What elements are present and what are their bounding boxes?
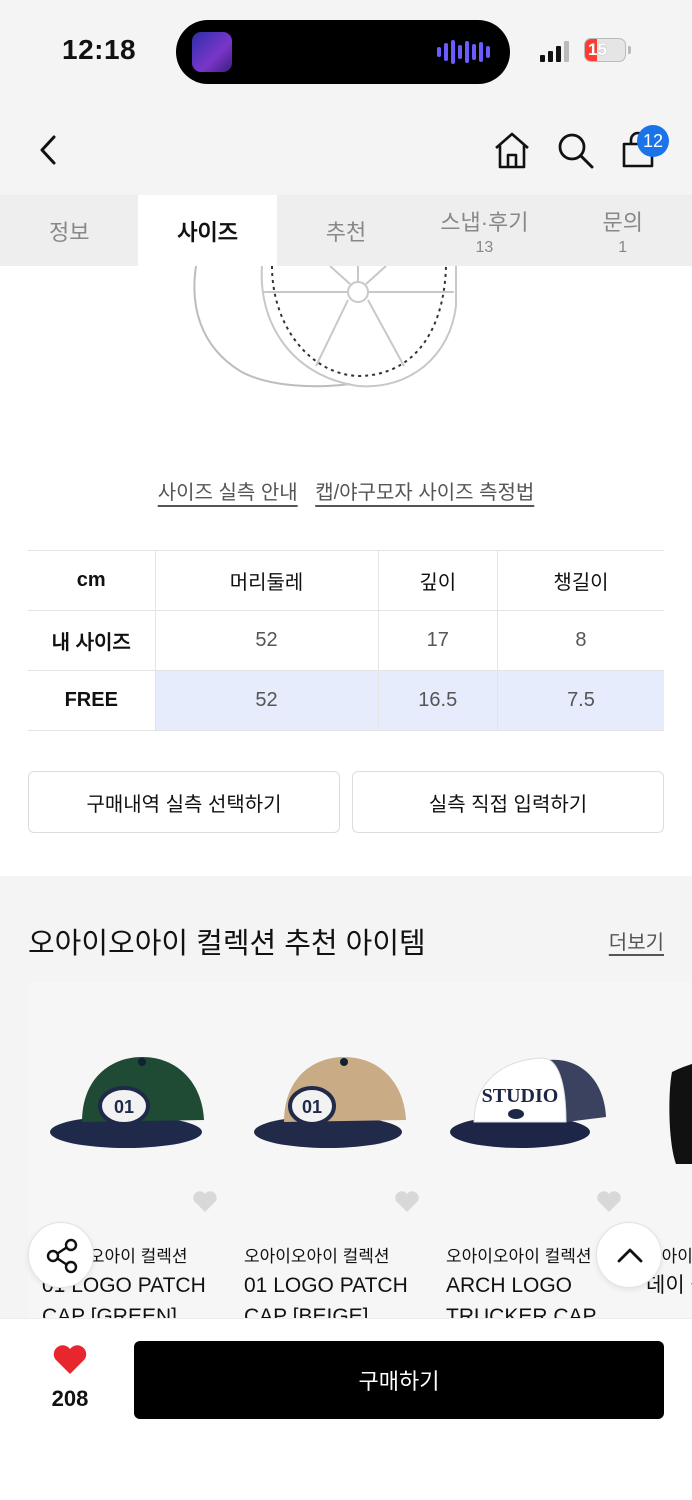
size-actions: 구매내역 실측 선택하기 실측 직접 입력하기 [28, 771, 664, 833]
share-icon [46, 1238, 78, 1274]
product-image: 01 [50, 1057, 204, 1148]
tab-inquiry[interactable]: 문의 1 [554, 195, 692, 266]
buy-button[interactable]: 구매하기 [134, 1341, 664, 1419]
product-tabs: 정보 사이즈 추천 스냅·후기 13 문의 1 [0, 195, 692, 266]
share-button[interactable] [28, 1222, 94, 1288]
cell-value: 16.5 [377, 670, 498, 731]
tab-size[interactable]: 사이즈 [138, 195, 277, 266]
svg-text:01: 01 [302, 1097, 322, 1117]
svg-text:01: 01 [114, 1097, 134, 1117]
tab-label: 스냅·후기 [440, 209, 529, 235]
home-icon [495, 132, 529, 169]
dynamic-island [176, 20, 510, 84]
column-header: 머리둘레 [154, 550, 379, 611]
battery-level: 15 [588, 40, 607, 59]
wishlist-heart-icon[interactable] [192, 1190, 218, 1214]
tab-label: 문의 [602, 209, 643, 235]
product-image [669, 1064, 692, 1164]
audio-wave-icon [437, 40, 490, 64]
table-row-my-size: 내 사이즈 52 17 8 [28, 610, 664, 671]
cellular-signal-icon [540, 40, 569, 62]
product-brand: 오아이오아이 컬렉션 [446, 1247, 592, 1266]
heart-icon [53, 1345, 87, 1374]
back-button[interactable] [26, 128, 70, 172]
tab-recommend[interactable]: 추천 [277, 195, 415, 266]
size-table: cm 머리둘레 깊이 챙길이 내 사이즈 52 17 8 FREE 52 16.… [28, 550, 664, 731]
enter-size-directly-button[interactable]: 실측 직접 입력하기 [352, 771, 664, 833]
cell-value: 17 [377, 610, 498, 671]
row-label: FREE [28, 670, 155, 731]
top-navigation [0, 100, 692, 195]
column-header: 챙길이 [496, 550, 664, 611]
select-purchase-history-button[interactable]: 구매내역 실측 선택하기 [28, 771, 340, 833]
table-row-free: FREE 52 16.5 7.5 [28, 670, 664, 731]
product-brand: 오아이오아이 컬렉션 [244, 1247, 390, 1266]
tab-label: 추천 [325, 219, 367, 245]
search-button[interactable] [553, 128, 597, 172]
tab-count: 1 [618, 238, 628, 256]
home-button[interactable] [490, 128, 534, 172]
like-button[interactable] [40, 1344, 100, 1381]
tab-count: 13 [475, 238, 494, 256]
tab-label: 사이즈 [177, 219, 238, 245]
wishlist-heart-icon[interactable] [394, 1190, 420, 1214]
unit-header: cm [28, 550, 155, 611]
cell-value: 8 [496, 610, 664, 671]
tab-label: 정보 [48, 219, 90, 245]
cell-value: 52 [154, 670, 379, 731]
column-header: 깊이 [377, 550, 498, 611]
chevron-left-icon [40, 135, 56, 165]
now-playing-thumbnail [192, 32, 232, 72]
like-count: 208 [51, 1386, 89, 1411]
see-more-link[interactable]: 더보기 [609, 926, 664, 955]
scroll-to-top-button[interactable] [596, 1222, 662, 1288]
size-table-header: cm 머리둘레 깊이 챙길이 [28, 550, 664, 611]
cap-measurement-diagram [193, 266, 457, 388]
size-guide-links: 사이즈 실측 안내 캡/야구모자 사이즈 측정법 [0, 476, 692, 505]
status-bar: 12:18 15 [0, 0, 692, 100]
svg-text:STUDIO: STUDIO [482, 1085, 559, 1107]
tab-snap-review[interactable]: 스냅·후기 13 [415, 195, 553, 266]
recommend-title: 오아이오아이 컬렉션 추천 아이템 [28, 928, 426, 960]
cart-count-badge: 12 [637, 125, 669, 157]
cell-value: 7.5 [496, 670, 664, 731]
chevron-up-icon [617, 1248, 643, 1263]
cell-value: 52 [154, 610, 379, 671]
tab-info[interactable]: 정보 [0, 195, 138, 266]
product-image: STUDIO [450, 1057, 606, 1148]
row-label: 내 사이즈 [28, 610, 155, 671]
search-icon [558, 133, 594, 169]
cap-measure-link[interactable]: 캡/야구모자 사이즈 측정법 [315, 482, 534, 504]
wishlist-heart-icon[interactable] [596, 1190, 622, 1214]
battery-icon: 15 [584, 38, 631, 62]
status-time: 12:18 [62, 34, 137, 65]
product-image: 01 [254, 1057, 406, 1148]
size-guide-link[interactable]: 사이즈 실측 안내 [158, 482, 298, 504]
